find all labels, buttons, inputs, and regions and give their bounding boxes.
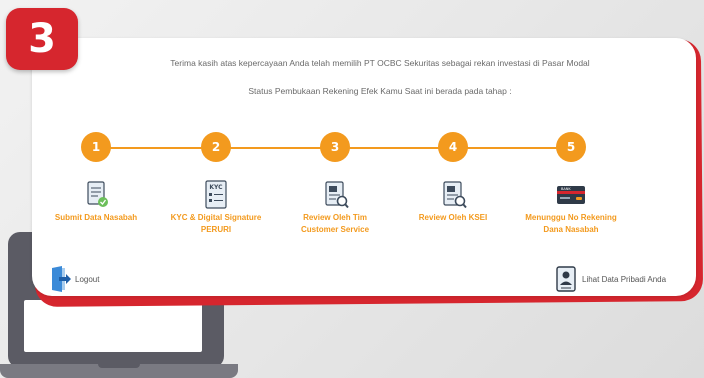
step-label-2-line2: PERURI xyxy=(200,225,232,234)
step-label-3-line2: Customer Service xyxy=(300,225,370,234)
step-circle-3: 3 xyxy=(320,132,350,162)
step-label-5: Menunggu No Rekening Dana Nasabah xyxy=(506,212,636,236)
step-label-5-line1: Menunggu No Rekening xyxy=(525,213,617,222)
card-icon-text: BANK xyxy=(561,187,571,191)
step-circle-1: 1 xyxy=(81,132,111,162)
step-label-1-line1: Submit Data Nasabah xyxy=(54,213,138,222)
document-check-icon xyxy=(87,181,108,207)
logout-label: Logout xyxy=(75,274,100,284)
document-search-icon xyxy=(443,181,467,209)
step-circle-4: 4 xyxy=(438,132,468,162)
step-label-5-line2: Dana Nasabah xyxy=(543,225,599,234)
step-label-4-line1: Review Oleh KSEI xyxy=(418,213,488,222)
step-badge: 3 xyxy=(6,8,78,70)
step-circle-5: 5 xyxy=(556,132,586,162)
kyc-document-icon: KYC xyxy=(205,180,227,209)
step-label-3-line1: Review Oleh Tim xyxy=(303,213,367,222)
step-label-3: Review Oleh Tim Customer Service xyxy=(270,212,400,236)
logout-button[interactable]: Logout xyxy=(50,266,99,292)
bank-card-icon: BANK xyxy=(557,186,585,204)
status-text: Status Pembukaan Rekening Efek Kamu Saat… xyxy=(248,86,512,96)
view-profile-button[interactable]: Lihat Data Pribadi Anda xyxy=(556,266,666,292)
logout-icon xyxy=(52,266,71,292)
status-card xyxy=(32,38,696,296)
profile-label: Lihat Data Pribadi Anda xyxy=(582,274,667,284)
intro-text: Terima kasih atas kepercayaan Anda telah… xyxy=(170,58,590,68)
step-label-4: Review Oleh KSEI xyxy=(388,212,518,224)
laptop-notch xyxy=(98,364,140,368)
step-label-2: KYC & Digital Signature PERURI xyxy=(151,212,281,236)
laptop-screen xyxy=(24,300,202,352)
step-label-1: Submit Data Nasabah xyxy=(31,212,161,224)
document-search-icon xyxy=(325,181,349,209)
kyc-icon-text: KYC xyxy=(209,184,223,191)
profile-document-icon xyxy=(556,266,576,292)
step-label-2-line1: KYC & Digital Signature xyxy=(170,213,262,222)
step-circle-2: 2 xyxy=(201,132,231,162)
